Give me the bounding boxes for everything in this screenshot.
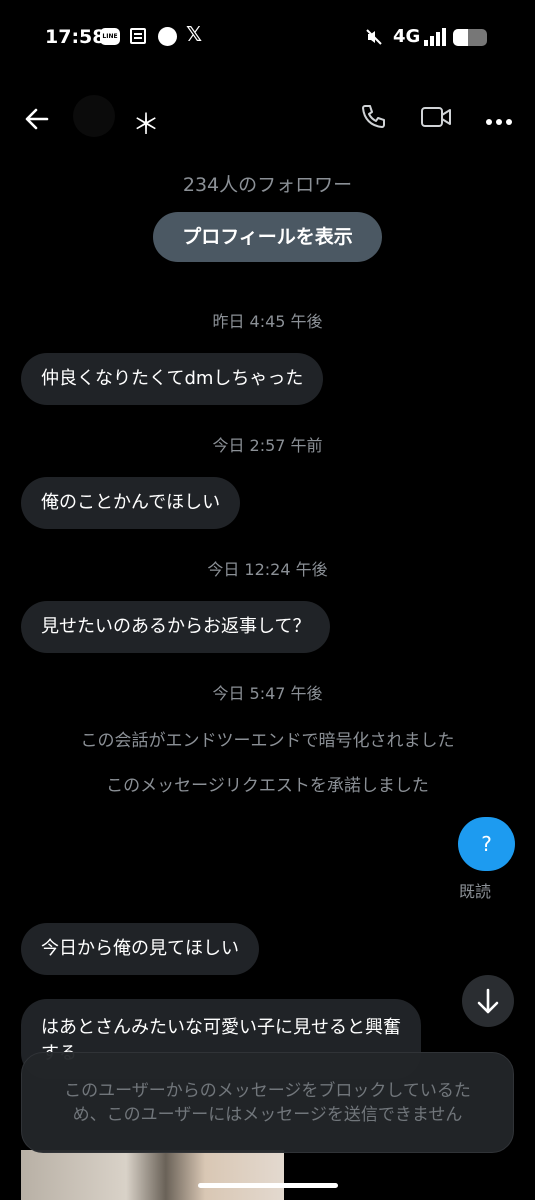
status-time: 17:58 [45, 26, 106, 48]
x-logo-icon: 𝕏 [186, 22, 203, 46]
request-accepted-notice: このメッセージリクエストを承諾しました [106, 776, 429, 796]
received-message[interactable]: 今日から俺の見てほしい [21, 923, 259, 975]
more-options-button[interactable] [485, 112, 513, 131]
status-bar: 17:58 LINE 𝕏 4G [0, 0, 535, 78]
read-receipt: 既読 [459, 882, 492, 901]
more-horizontal-icon [486, 119, 512, 125]
call-button[interactable] [358, 102, 388, 136]
mute-icon [365, 28, 383, 50]
message-timestamp: 昨日 4:45 午後 [212, 312, 323, 331]
received-message[interactable]: 俺のことかんでほしい [21, 477, 241, 529]
received-message[interactable]: 見せたいのあるからお返事して？ [21, 601, 331, 653]
sent-message[interactable]: ? [458, 817, 515, 871]
scroll-to-bottom-button[interactable] [462, 975, 514, 1027]
avatar[interactable] [73, 95, 115, 137]
network-type: 4G [393, 26, 421, 47]
video-call-button[interactable] [420, 104, 452, 134]
received-message[interactable]: 仲良くなりたくてdmしちゃった [21, 353, 324, 405]
back-button[interactable] [22, 104, 52, 134]
circle-icon [158, 27, 177, 46]
arrow-left-icon [25, 108, 49, 130]
message-timestamp: 今日 12:24 午後 [207, 560, 328, 579]
battery-level [453, 29, 469, 46]
blocked-notice-text: このユーザーからのメッセージをブロックしているため、このユーザーにはメッセージを… [64, 1080, 471, 1125]
message-timestamp: 今日 2:57 午前 [212, 436, 323, 455]
line-app-icon: LINE [100, 28, 120, 45]
message-timestamp: 今日 5:47 午後 [212, 684, 323, 703]
view-profile-button[interactable]: プロフィールを表示 [153, 212, 382, 262]
phone-icon [362, 105, 385, 128]
arrow-down-icon [477, 988, 499, 1014]
blocked-notice: このユーザーからのメッセージをブロックしているため、このユーザーにはメッセージを… [21, 1052, 514, 1153]
encryption-notice: この会話がエンドツーエンドで暗号化されました [80, 731, 455, 751]
home-indicator[interactable] [198, 1183, 338, 1188]
follower-count: 234人のフォロワー [182, 174, 353, 196]
battery-icon [453, 29, 487, 46]
video-camera-icon [421, 107, 451, 127]
news-icon [130, 28, 146, 44]
signal-icon [424, 28, 448, 50]
media-attachment[interactable] [21, 1150, 284, 1200]
header-name[interactable]: ＊ [132, 103, 160, 143]
